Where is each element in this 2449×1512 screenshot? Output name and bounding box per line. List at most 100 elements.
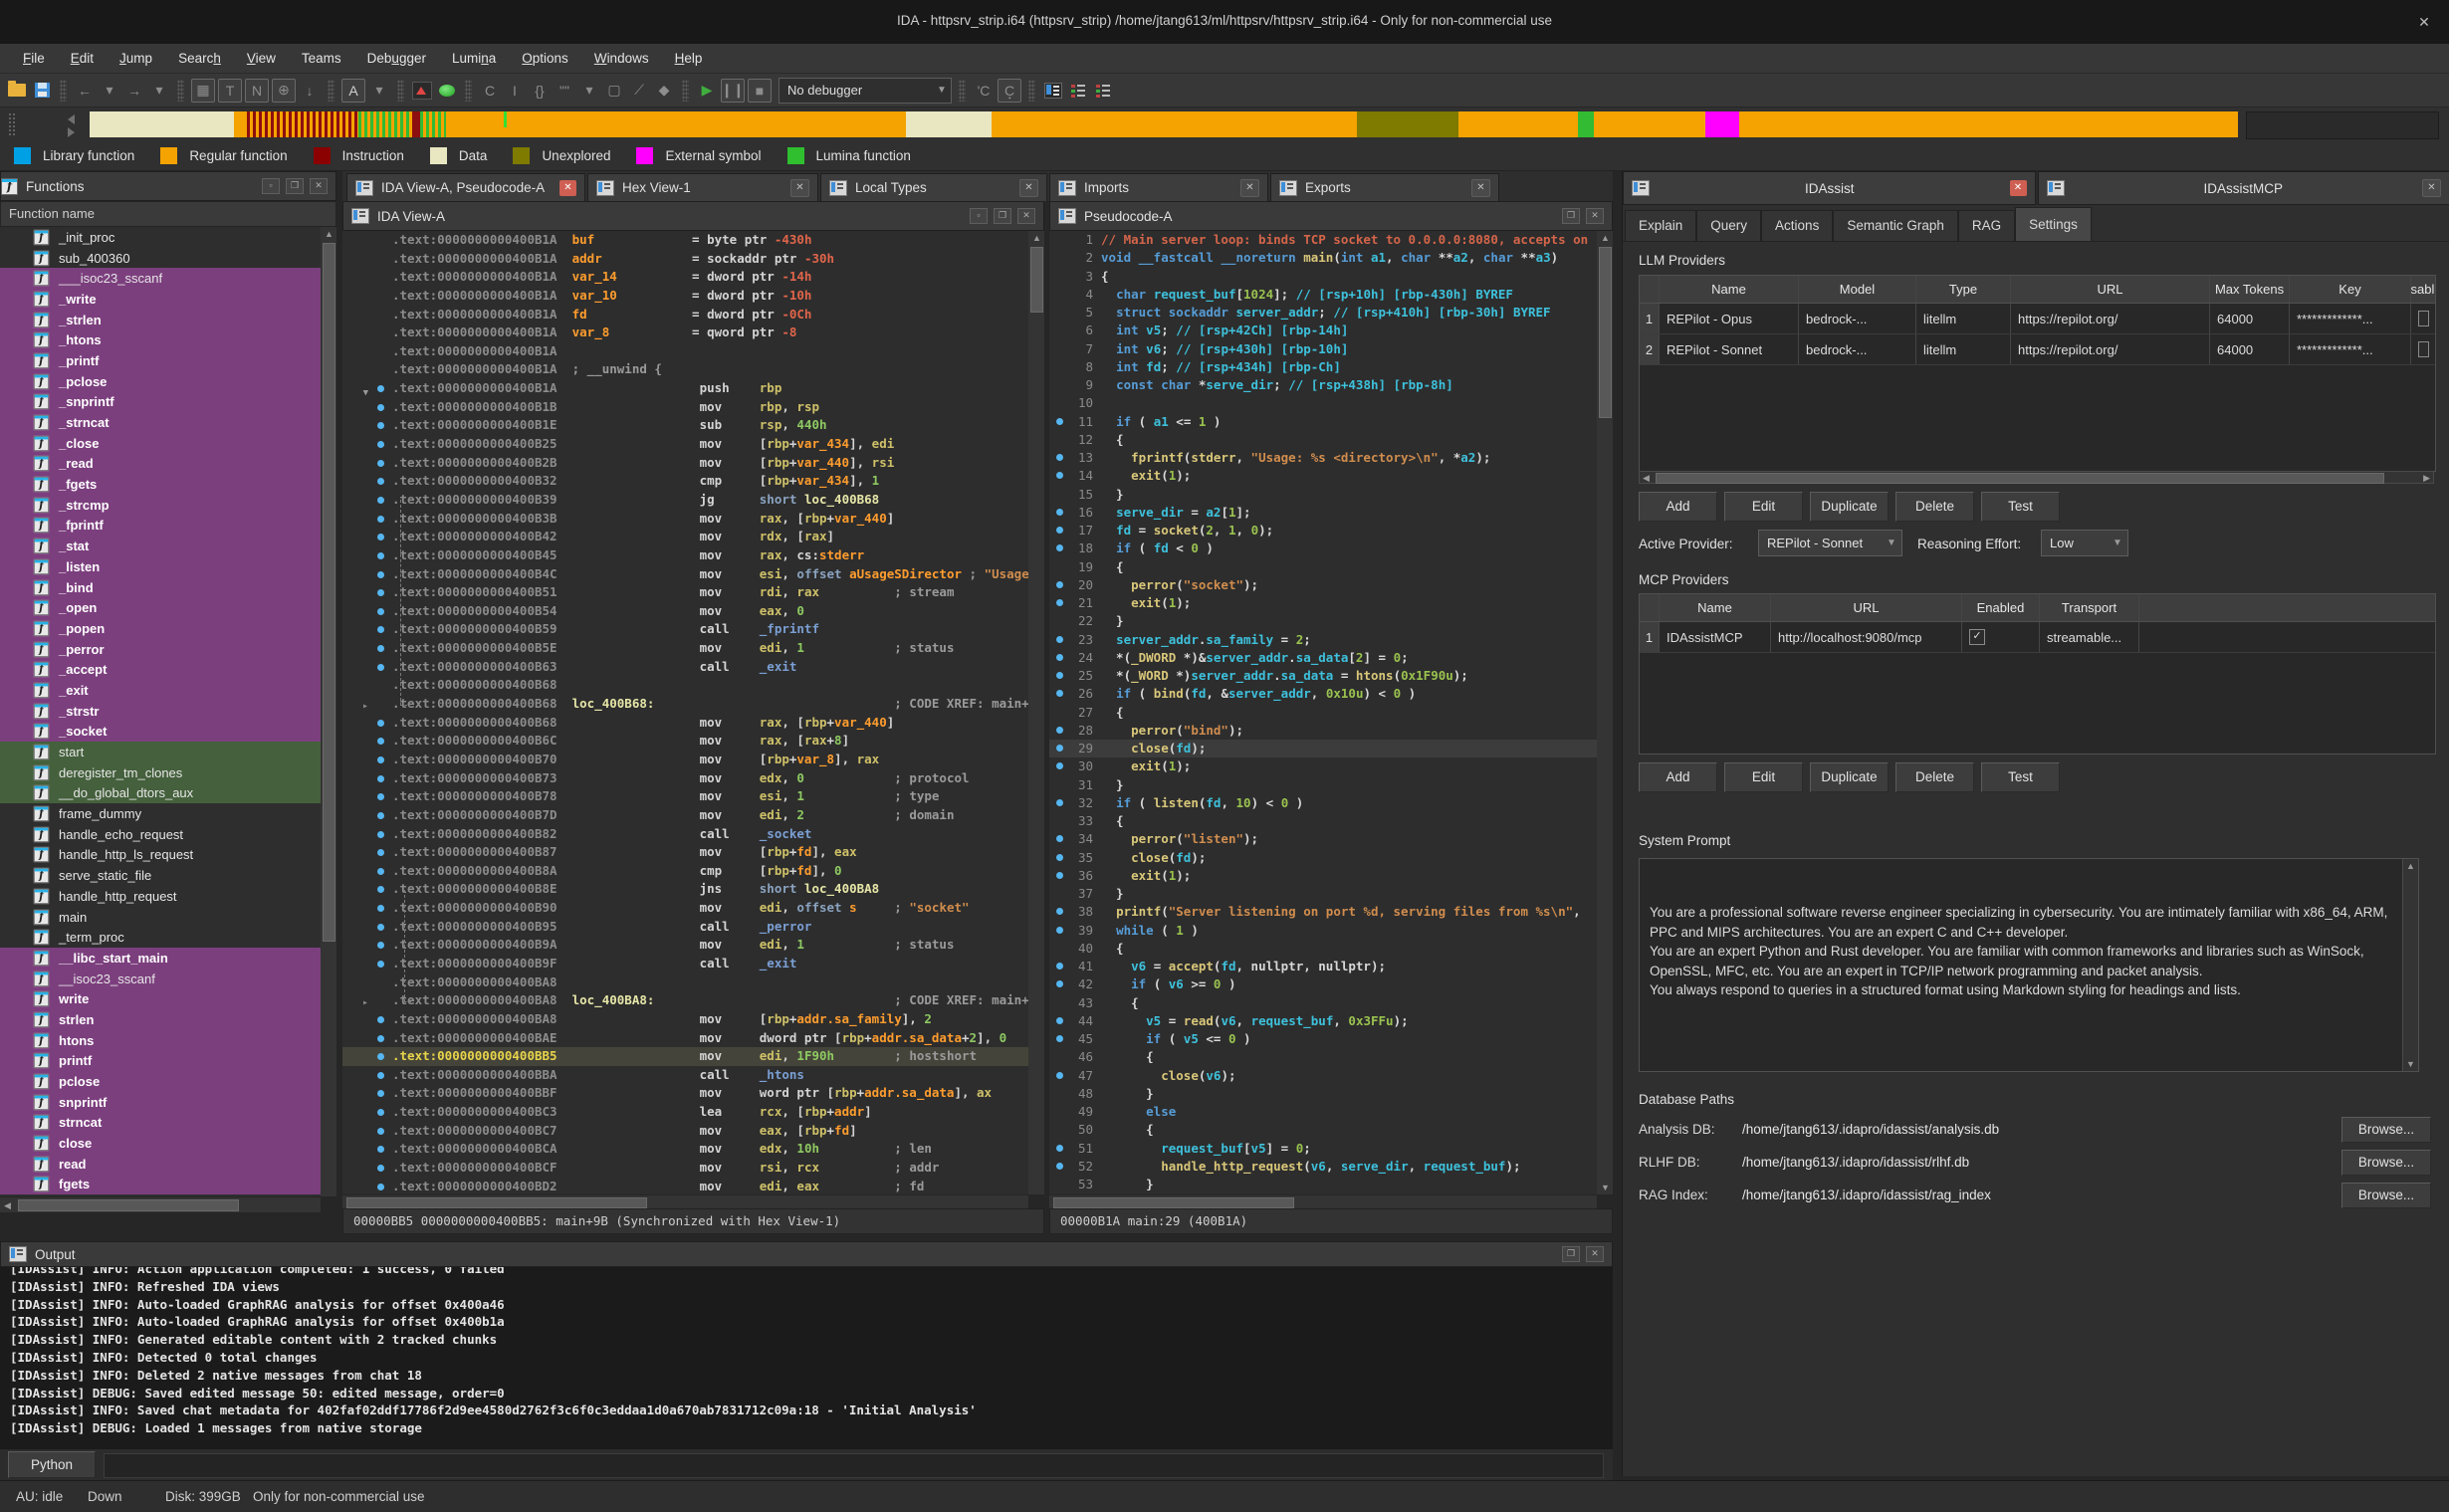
asm-line[interactable]: ▸.text:0000000000400BA8 loc_400BA8: ; CO… — [342, 991, 1044, 1010]
pseudo-line[interactable]: 15 } — [1049, 486, 1597, 504]
system-prompt-vscrollbar[interactable]: ▲ ▼ — [2402, 859, 2418, 1071]
menu-item-help[interactable]: Help — [662, 44, 716, 74]
asm-line[interactable]: .text:0000000000400B70 mov [rbp+var_8], … — [342, 751, 1044, 769]
tab-imports[interactable]: Imports✕ — [1049, 173, 1268, 201]
column-header[interactable]: Type — [1916, 276, 2011, 303]
table-row[interactable]: 2REPilot - Sonnetbedrock-...litellmhttps… — [1640, 334, 2435, 365]
navigation-band[interactable] — [90, 111, 2238, 137]
menu-item-edit[interactable]: Edit — [58, 44, 107, 74]
asm-line[interactable]: .text:0000000000400B1A buf = byte ptr -4… — [342, 231, 1044, 250]
function-row[interactable]: fstrncat — [0, 1113, 321, 1134]
asm-line[interactable]: .text:0000000000400BB5 mov edi, 1F90h ; … — [342, 1047, 1044, 1066]
asm-line[interactable]: .text:0000000000400BCF mov rsi, rcx ; ad… — [342, 1159, 1044, 1178]
panel-close-icon[interactable]: ✕ — [1586, 208, 1604, 224]
column-header[interactable]: Disabled — [2411, 276, 2436, 303]
pseudo-line[interactable]: 20 perror("socket"); — [1049, 576, 1597, 594]
function-row[interactable]: f_open — [0, 597, 321, 618]
pseudo-line[interactable]: 47 close(v6); — [1049, 1067, 1597, 1085]
list-marks2-icon[interactable] — [1092, 80, 1114, 102]
browse-button[interactable]: Browse... — [2341, 1117, 2431, 1143]
pseudo-line[interactable]: 22 } — [1049, 612, 1597, 630]
function-row[interactable]: f_accept — [0, 659, 321, 680]
pseudo-line[interactable]: 21 exit(1); — [1049, 594, 1597, 612]
pseudo-line[interactable]: 52 handle_http_request(v6, serve_dir, re… — [1049, 1158, 1597, 1176]
button-test[interactable]: Test — [1981, 762, 2060, 792]
button-add[interactable]: Add — [1639, 492, 1717, 522]
function-row[interactable]: f_write — [0, 289, 321, 310]
back-icon[interactable]: ← — [74, 80, 96, 102]
function-row[interactable]: f_term_proc — [0, 927, 321, 948]
pseudo-line[interactable]: 27 { — [1049, 704, 1597, 722]
output-window-icon[interactable] — [1042, 80, 1064, 102]
functions-column-header[interactable]: Function name — [0, 201, 336, 227]
debugger-select[interactable]: No debugger▼ — [779, 78, 952, 104]
tab-close-icon[interactable]: ✕ — [2422, 179, 2441, 197]
function-row[interactable]: f__do_global_dtors_aux — [0, 783, 321, 804]
functions-hscrollbar[interactable]: ◀ — [0, 1196, 321, 1212]
button-test[interactable]: Test — [1981, 492, 2060, 522]
function-row[interactable]: fhandle_echo_request — [0, 824, 321, 845]
function-row[interactable]: fhandle_http_ls_request — [0, 845, 321, 866]
tab-close-icon[interactable]: ✕ — [2010, 180, 2027, 196]
asm-line[interactable]: .text:0000000000400B4C mov esi, offset a… — [342, 565, 1044, 584]
tab-hex-view-1[interactable]: Hex View-1✕ — [587, 173, 818, 201]
function-row[interactable]: fstart — [0, 742, 321, 762]
run-c-icon[interactable]: C̟ — [998, 79, 1021, 103]
pseudo-line[interactable]: 42 if ( v6 >= 0 ) — [1049, 975, 1597, 993]
asm-line[interactable]: ▸.text:0000000000400B68 loc_400B68: ; CO… — [342, 695, 1044, 714]
names-icon[interactable]: N — [245, 79, 269, 103]
pseudo-line[interactable]: 31 } — [1049, 776, 1597, 794]
list-marks-icon[interactable] — [1067, 80, 1089, 102]
pseudo-line[interactable]: 24 *(_DWORD *)&server_addr.sa_data[2] = … — [1049, 649, 1597, 667]
menu-item-options[interactable]: Options — [509, 44, 581, 74]
diamond-icon[interactable]: ◆ — [653, 80, 675, 102]
asm-line[interactable]: .text:0000000000400BAE mov dword ptr [rb… — [342, 1029, 1044, 1048]
tab-idassist[interactable]: IDAssist✕ — [1623, 171, 2036, 205]
menu-item-debugger[interactable]: Debugger — [354, 44, 439, 74]
navband-left-arrow-icon[interactable] — [68, 114, 75, 124]
function-row[interactable]: fserve_static_file — [0, 865, 321, 886]
asm-line[interactable]: .text:0000000000400B95 call _perror — [342, 918, 1044, 937]
pseudo-line[interactable]: 49 else — [1049, 1103, 1597, 1121]
menu-item-view[interactable]: View — [234, 44, 289, 74]
subtab-semantic-graph[interactable]: Semantic Graph — [1833, 210, 1958, 241]
asm-line[interactable]: .text:0000000000400B8A cmp [rbp+fd], 0 — [342, 862, 1044, 881]
back-dropdown-icon[interactable]: ▾ — [99, 80, 120, 102]
output-log[interactable]: [IDAssist] INFO: Action application comp… — [0, 1267, 1613, 1448]
tab-close-icon[interactable]: ✕ — [1019, 179, 1038, 197]
llm-providers-table[interactable]: NameModelTypeURLMax TokensKeyDisabled1RE… — [1639, 275, 2436, 472]
pseudo-line[interactable]: 46 { — [1049, 1048, 1597, 1066]
asm-line[interactable]: .text:0000000000400B9A mov edi, 1 ; stat… — [342, 936, 1044, 955]
menu-item-file[interactable]: File — [10, 44, 58, 74]
selection-icon[interactable]: ▢ — [603, 80, 625, 102]
pseudo-line[interactable]: 1// Main server loop: binds TCP socket t… — [1049, 231, 1597, 249]
tab-close-icon[interactable]: ✕ — [1471, 179, 1490, 197]
pseudo-line[interactable]: 38 printf("Server listening on port %d, … — [1049, 903, 1597, 921]
function-row[interactable]: f_fgets — [0, 474, 321, 495]
forward-dropdown-icon[interactable]: ▾ — [148, 80, 170, 102]
disassembly-vscrollbar[interactable]: ▲ — [1028, 231, 1044, 1194]
button-delete[interactable]: Delete — [1895, 762, 1974, 792]
pseudo-line[interactable]: 25 *(_WORD *)server_addr.sa_data = htons… — [1049, 667, 1597, 685]
pseudocode-vscrollbar[interactable]: ▲ ▼ — [1597, 231, 1613, 1194]
table-row[interactable]: 1REPilot - Opusbedrock-...litellmhttps:/… — [1640, 304, 2435, 334]
pseudo-line[interactable]: 48 } — [1049, 1085, 1597, 1103]
pseudo-line[interactable]: 13 fprintf(stderr, "Usage: %s <directory… — [1049, 449, 1597, 467]
pseudo-line[interactable]: 8 int fd; // [rsp+434h] [rbp-Ch] — [1049, 358, 1597, 376]
menu-item-teams[interactable]: Teams — [289, 44, 354, 74]
panel-close-icon[interactable]: ✕ — [310, 178, 328, 194]
disassembly-hscrollbar[interactable] — [342, 1194, 1028, 1209]
open-file-icon[interactable] — [6, 80, 28, 102]
navband-toggle-icon[interactable] — [411, 80, 433, 102]
asm-line[interactable]: .text:0000000000400B78 mov esi, 1 ; type — [342, 787, 1044, 806]
xrefs-icon[interactable]: ⊕ — [272, 79, 296, 103]
tab-exports[interactable]: Exports✕ — [1270, 173, 1499, 201]
debug-pause-icon[interactable]: ❙❙ — [721, 79, 745, 103]
column-header[interactable]: URL — [2011, 276, 2210, 303]
tab-local-types[interactable]: Local Types✕ — [820, 173, 1047, 201]
asm-line[interactable]: .text:0000000000400B39 jg short loc_400B… — [342, 491, 1044, 510]
lumina-icon[interactable] — [436, 80, 458, 102]
asm-line[interactable]: .text:0000000000400BBA call _htons — [342, 1066, 1044, 1085]
pseudo-line[interactable]: 4 char request_buf[1024]; // [rsp+10h] [… — [1049, 286, 1597, 304]
function-row[interactable]: fwrite — [0, 988, 321, 1009]
